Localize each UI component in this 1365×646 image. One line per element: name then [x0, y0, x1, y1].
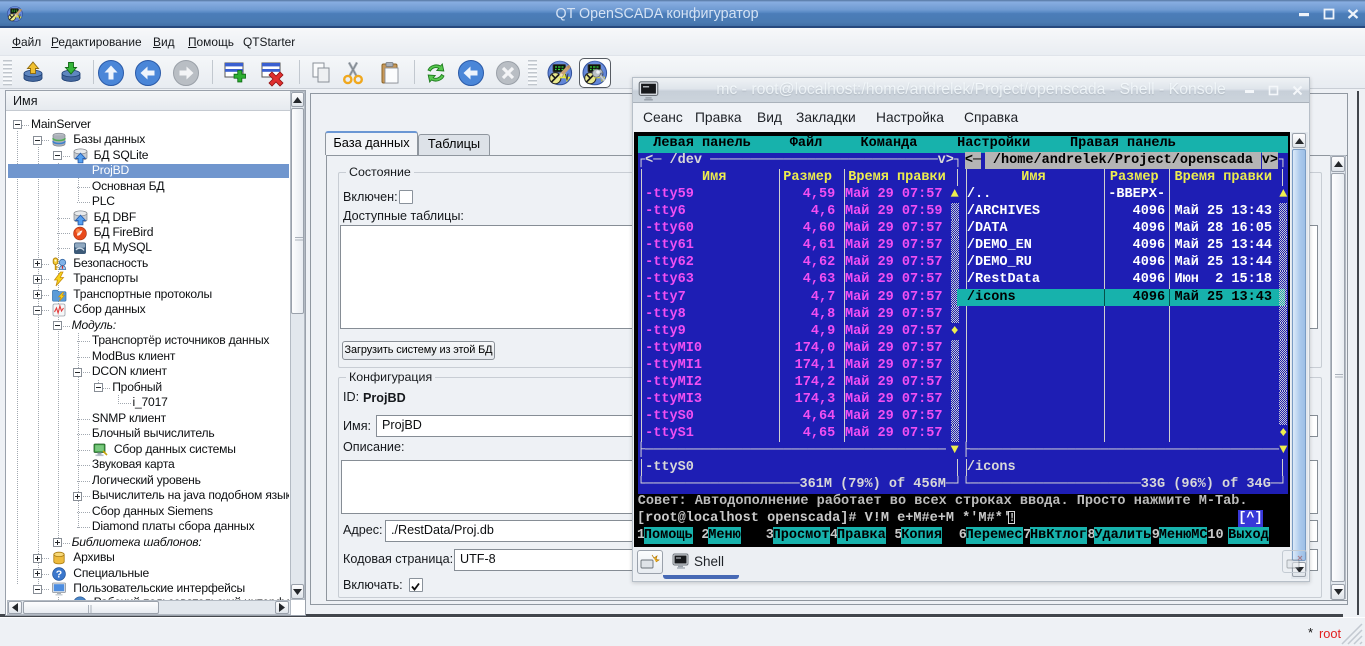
svg-text:?: ? [56, 568, 62, 580]
